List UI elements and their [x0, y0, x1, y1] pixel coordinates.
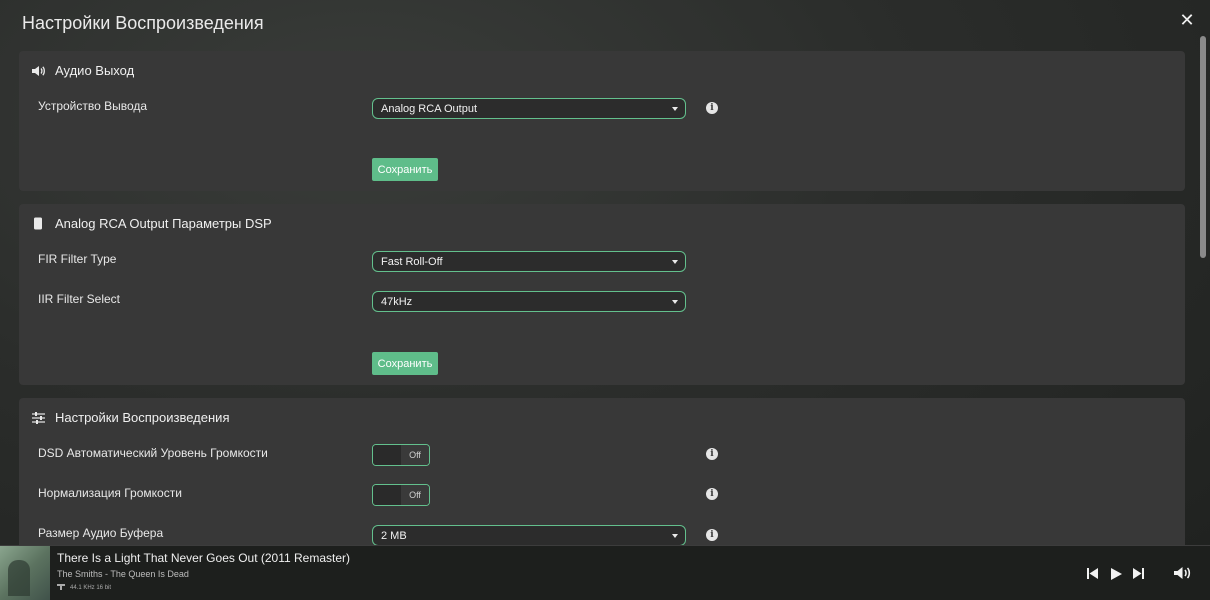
- playback-title: Настройки Воспроизведения: [55, 410, 230, 425]
- quality-text: 44.1 KHz 16 bit: [70, 585, 112, 591]
- iir-filter-select[interactable]: 47kHz: [372, 291, 686, 312]
- fir-filter-select[interactable]: Fast Roll-Off: [372, 251, 686, 272]
- dsd-volume-label: DSD Автоматический Уровень Громкости: [38, 446, 268, 460]
- play-icon: [1111, 568, 1122, 580]
- device-icon: [31, 217, 45, 231]
- output-device-select[interactable]: Analog RCA Output: [372, 98, 686, 119]
- album-figure: [8, 560, 30, 596]
- top-bar: Настройки Воспроизведения ✕: [0, 0, 1210, 46]
- dsp-header: Analog RCA Output Параметры DSP: [31, 216, 272, 231]
- playback-header: Настройки Воспроизведения: [31, 410, 229, 425]
- buffer-size-label: Размер Аудио Буфера: [38, 526, 164, 540]
- save-button[interactable]: Сохранить: [372, 158, 438, 181]
- info-icon[interactable]: i: [706, 102, 718, 114]
- close-icon: ✕: [1179, 10, 1195, 30]
- buffer-size-select[interactable]: 2 MB: [372, 525, 686, 546]
- save-button[interactable]: Сохранить: [372, 352, 438, 375]
- output-device-value: Analog RCA Output: [381, 102, 478, 115]
- previous-button[interactable]: [1087, 568, 1098, 582]
- chevron-down-icon: [672, 260, 678, 264]
- sliders-icon: [31, 411, 45, 425]
- fir-filter-value: Fast Roll-Off: [381, 255, 443, 268]
- previous-icon: [1087, 568, 1098, 579]
- chevron-down-icon: [672, 534, 678, 538]
- speaker-icon: [31, 64, 45, 78]
- playback-card: Настройки Воспроизведения DSD Автоматиче…: [19, 398, 1185, 558]
- next-button[interactable]: [1133, 568, 1144, 582]
- audio-output-header: Аудио Выход: [31, 63, 134, 78]
- scrollbar-thumb[interactable]: [1200, 36, 1206, 258]
- volume-icon: [1174, 567, 1191, 579]
- buffer-size-value: 2 MB: [381, 529, 407, 542]
- chevron-down-icon: [672, 107, 678, 111]
- track-title[interactable]: There Is a Light That Never Goes Out (20…: [57, 551, 350, 565]
- dsp-card: Analog RCA Output Параметры DSP FIR Filt…: [19, 204, 1185, 385]
- iir-filter-value: 47kHz: [381, 295, 413, 308]
- close-button[interactable]: ✕: [1176, 9, 1198, 31]
- info-icon[interactable]: i: [706, 488, 718, 500]
- album-art[interactable]: [0, 546, 50, 600]
- toggle-knob: [373, 485, 402, 505]
- normalization-label: Нормализация Громкости: [38, 486, 182, 500]
- normalization-toggle[interactable]: Off: [372, 484, 430, 506]
- play-button[interactable]: [1111, 568, 1122, 583]
- info-icon[interactable]: i: [706, 448, 718, 460]
- audio-output-title: Аудио Выход: [55, 63, 135, 78]
- toggle-state: Off: [401, 485, 429, 505]
- scrollbar[interactable]: [1200, 36, 1206, 546]
- output-device-label: Устройство Вывода: [38, 99, 148, 113]
- audio-output-card: Аудио Выход Устройство Вывода Analog RCA…: [19, 51, 1185, 191]
- volume-button[interactable]: [1173, 566, 1191, 583]
- toggle-knob: [373, 445, 402, 465]
- chevron-down-icon: [672, 300, 678, 304]
- fir-filter-label: FIR Filter Type: [38, 252, 117, 266]
- track-artist-album[interactable]: The Smiths - The Queen Is Dead: [57, 569, 189, 579]
- toggle-state: Off: [401, 445, 429, 465]
- next-icon: [1133, 568, 1144, 579]
- player-bar: There Is a Light That Never Goes Out (20…: [0, 545, 1210, 600]
- iir-filter-label: IIR Filter Select: [38, 292, 121, 306]
- dsp-title: Analog RCA Output Параметры DSP: [55, 216, 272, 231]
- info-icon[interactable]: i: [706, 529, 718, 541]
- dsd-volume-toggle[interactable]: Off: [372, 444, 430, 466]
- quality-icon: [57, 584, 65, 592]
- page-title: Настройки Воспроизведения: [22, 13, 264, 33]
- track-quality: 44.1 KHz 16 bit: [57, 584, 111, 592]
